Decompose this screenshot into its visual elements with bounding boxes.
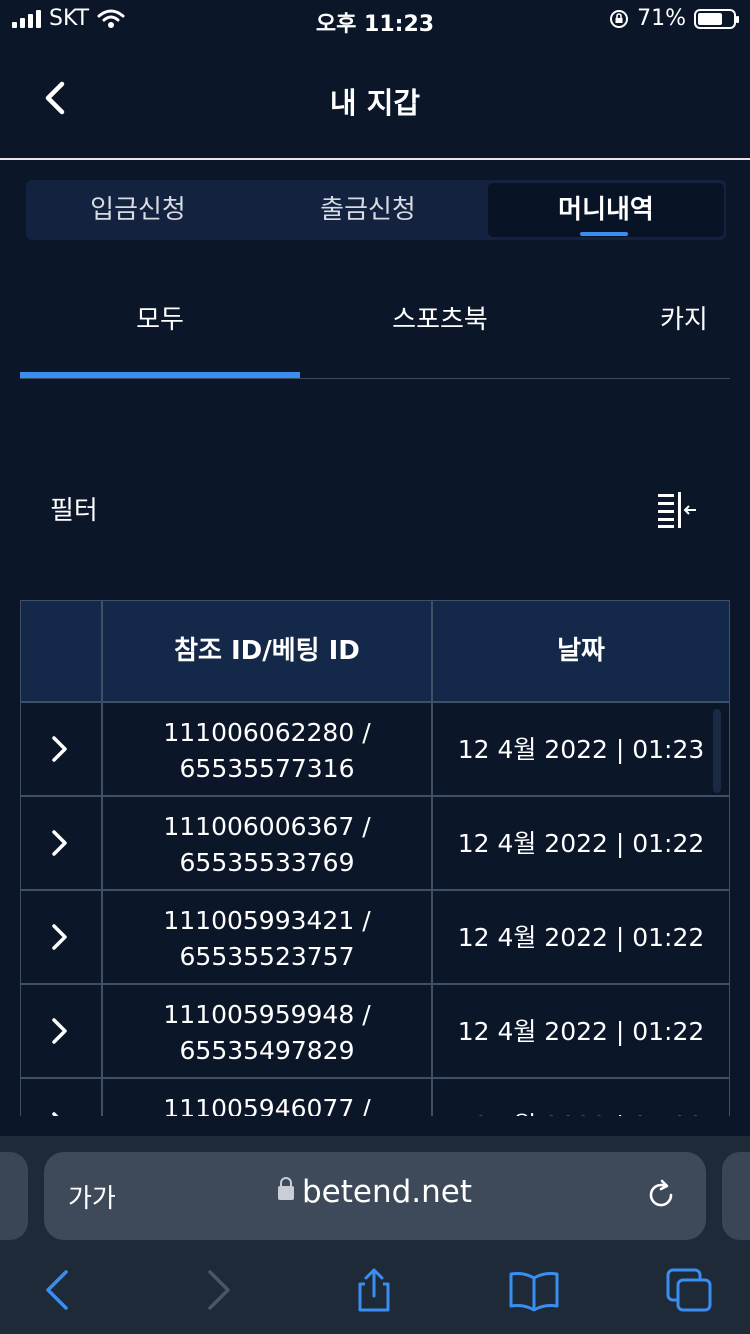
tab-casino[interactable]: 카지 — [660, 290, 740, 350]
chevron-right-icon[interactable] — [49, 1017, 71, 1045]
tabs-underline — [20, 378, 730, 379]
battery-percent: 71% — [637, 6, 686, 31]
previous-tab-preview[interactable] — [0, 1152, 28, 1240]
filter-label: 필터 — [50, 496, 98, 526]
chevron-right-icon[interactable] — [49, 1111, 71, 1116]
tab-sportsbook[interactable]: 스포츠북 — [320, 290, 560, 350]
column-date: 날짜 — [557, 636, 605, 666]
active-category-indicator — [20, 372, 300, 378]
reference-id: 111005959948 / — [163, 1000, 371, 1029]
reference-id: 111005946077 / — [163, 1094, 371, 1116]
battery-level — [698, 12, 722, 25]
forward-icon — [208, 1270, 230, 1310]
header-divider — [0, 158, 750, 160]
back-icon[interactable] — [36, 1268, 80, 1312]
wallet-tabs: 입금신청 출금신청 머니내역 — [26, 180, 726, 240]
bet-id: 65535533769 — [179, 848, 355, 877]
next-tab-preview[interactable] — [722, 1152, 750, 1240]
date-cell: 12 4월 2022 | 01:22 — [457, 829, 705, 858]
status-right: 71% — [609, 6, 739, 31]
table-header: 참조 ID/베팅 ID 날짜 — [21, 601, 729, 703]
active-tab-indicator — [580, 232, 628, 236]
column-divider — [101, 601, 103, 1116]
page-title: 내 지갑 — [329, 86, 421, 120]
reload-icon[interactable] — [644, 1178, 678, 1212]
table-scrollbar[interactable] — [713, 709, 721, 793]
address-bar[interactable]: 가가 betend.net — [44, 1152, 706, 1240]
reference-id: 111006062280 / — [163, 718, 371, 747]
chevron-right-icon[interactable] — [49, 735, 71, 763]
table-row[interactable]: 111006006367 / 65535533769 12 4월 2022 | 0… — [21, 797, 729, 891]
browser-toolbar: 가가 betend.net — [0, 1136, 750, 1334]
reference-id: 111006006367 / — [163, 812, 371, 841]
column-divider — [431, 601, 433, 1116]
url-text: betend.net — [301, 1174, 473, 1210]
date-cell: 12 4월 2022 | 01:23 — [457, 735, 705, 764]
date-cell: 12 4월 2022 | 01:22 — [457, 1017, 705, 1046]
chevron-right-icon[interactable] — [49, 829, 71, 857]
reference-id-cell: 111005959948 / 65535497829 — [103, 997, 431, 1069]
reference-id-cell: 111005993421 / 65535523757 — [103, 903, 431, 975]
date-cell: 12 4월 2022 | 01:22 — [433, 1079, 729, 1116]
url-display[interactable]: betend.net — [44, 1174, 706, 1210]
filter-collapse-icon[interactable] — [656, 492, 700, 528]
column-expand — [21, 601, 101, 701]
battery-icon — [694, 8, 739, 29]
category-tabs: 모두 스포츠북 카지 — [20, 290, 730, 380]
reference-id: 111005993421 / — [163, 906, 371, 935]
bet-id: 65535523757 — [179, 942, 355, 971]
bet-id: 65535497829 — [179, 1036, 355, 1065]
money-history-table: 참조 ID/베팅 ID 날짜 111006062280 / 65535577316… — [20, 600, 730, 1116]
reference-id-cell: 111006062280 / 65535577316 — [103, 715, 431, 787]
table-row[interactable]: 111005993421 / 65535523757 12 4월 2022 | 0… — [21, 891, 729, 985]
orientation-lock-icon — [610, 9, 629, 28]
date-cell: 12 4월 2022 | 01:22 — [457, 923, 705, 952]
lock-icon — [277, 1177, 294, 1200]
tabs-icon[interactable] — [666, 1268, 714, 1312]
page-header: 내 지갑 — [0, 40, 750, 158]
table-row[interactable]: 111005946077 / 12 4월 2022 | 01:22 — [21, 1079, 729, 1116]
bet-id: 65535577316 — [179, 754, 355, 783]
reference-id-cell: 111005946077 / — [103, 1091, 431, 1116]
column-reference-id: 참조 ID/베팅 ID — [174, 636, 360, 666]
reference-id-cell: 111006006367 / 65535533769 — [103, 809, 431, 881]
table-row[interactable]: 111006062280 / 65535577316 12 4월 2022 | 0… — [21, 703, 729, 797]
tab-money-history[interactable]: 머니내역 — [488, 183, 724, 237]
bookmarks-icon[interactable] — [508, 1268, 560, 1312]
share-icon[interactable] — [352, 1268, 396, 1312]
table-row[interactable]: 111005959948 / 65535497829 12 4월 2022 | 0… — [21, 985, 729, 1079]
status-bar: SKT 오후 11:23 71% — [0, 0, 750, 40]
tab-all[interactable]: 모두 — [20, 290, 300, 350]
tab-deposit-request[interactable]: 입금신청 — [26, 180, 250, 240]
tab-withdraw-request[interactable]: 출금신청 — [250, 180, 486, 240]
chevron-right-icon[interactable] — [49, 923, 71, 951]
